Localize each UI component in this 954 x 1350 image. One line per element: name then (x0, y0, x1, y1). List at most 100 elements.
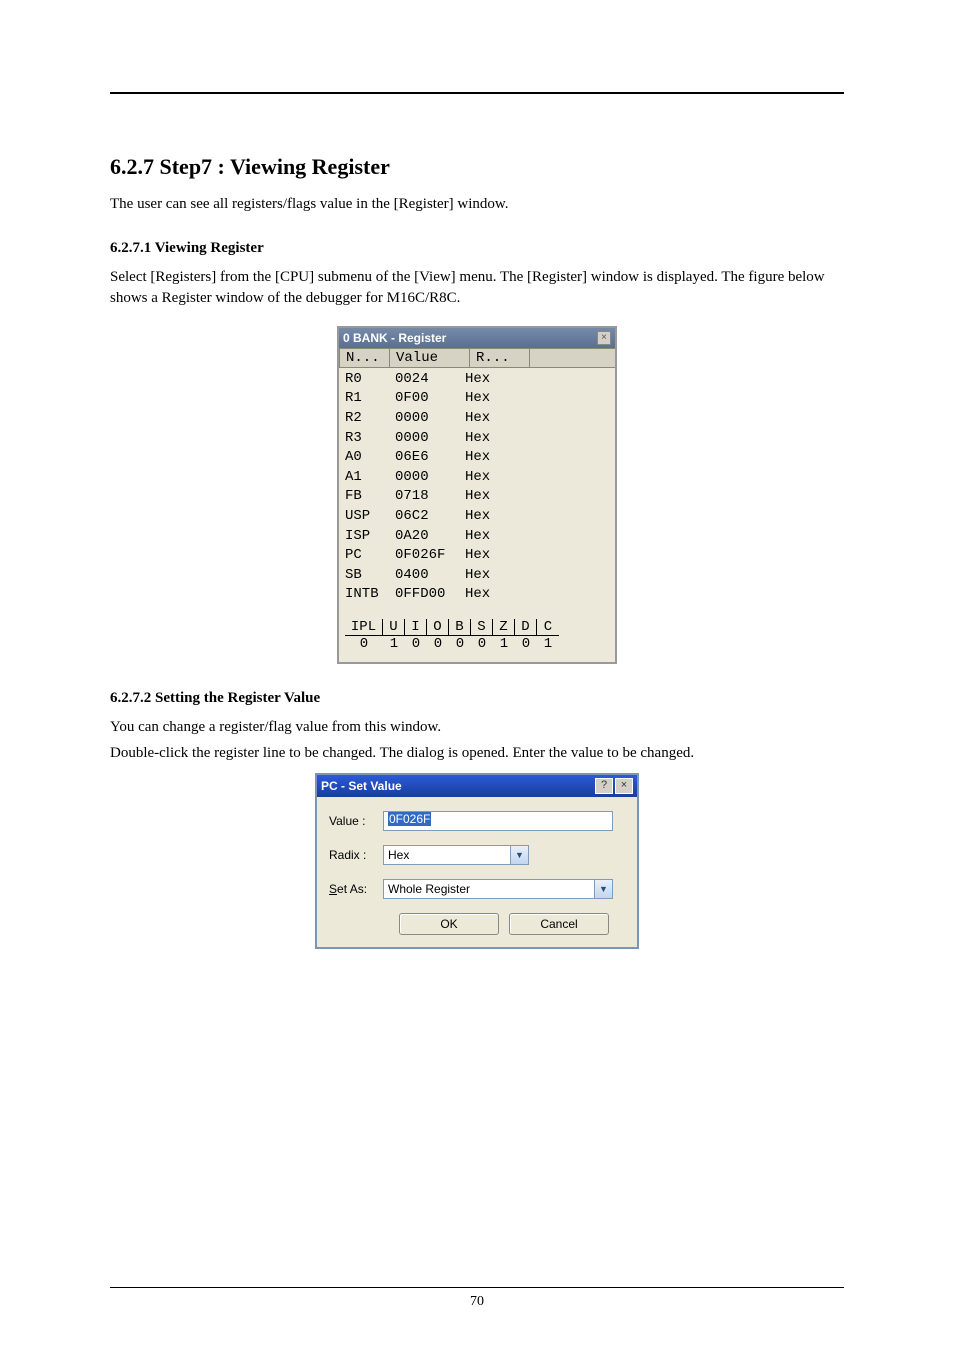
col-header-pad (530, 348, 616, 367)
reg-name: FB (345, 487, 395, 507)
reg-name: R3 (345, 429, 395, 449)
reg-radix: Hex (465, 487, 490, 507)
setas-select[interactable]: Whole Register ▼ (383, 879, 613, 899)
reg-name: INTB (345, 585, 395, 605)
flag-label: IPL (345, 619, 383, 635)
sub1-heading: 6.2.7.1 Viewing Register (110, 240, 844, 257)
register-row[interactable]: SB0400Hex (345, 566, 609, 586)
reg-name: R1 (345, 389, 395, 409)
reg-value: 0000 (395, 409, 465, 429)
col-header-value[interactable]: Value (390, 348, 470, 367)
register-row[interactable]: R30000Hex (345, 429, 609, 449)
reg-radix: Hex (465, 546, 490, 566)
reg-value: 0F00 (395, 389, 465, 409)
reg-value: 0A20 (395, 527, 465, 547)
set-value-dialog: PC - Set Value ? × Value : 0F026F Radix … (315, 773, 639, 949)
reg-radix: Hex (465, 370, 490, 390)
register-row[interactable]: A10000Hex (345, 468, 609, 488)
dialog-titlebar: PC - Set Value ? × (317, 775, 637, 797)
dialog-title: PC - Set Value (321, 779, 593, 793)
sub2-paragraph-1: You can change a register/flag value fro… (110, 717, 844, 737)
reg-radix: Hex (465, 389, 490, 409)
flag-label: B (449, 619, 471, 635)
register-window-title: 0 BANK - Register (343, 331, 597, 345)
cancel-button[interactable]: Cancel (509, 913, 609, 935)
register-row[interactable]: A006E6Hex (345, 448, 609, 468)
reg-value: 0400 (395, 566, 465, 586)
close-icon[interactable]: × (597, 331, 611, 345)
section-heading: 6.2.7 Step7 : Viewing Register (110, 154, 844, 180)
value-input[interactable]: 0F026F (383, 811, 613, 831)
intro-paragraph: The user can see all registers/flags val… (110, 194, 844, 214)
radix-label: Radix : (329, 848, 383, 862)
col-header-name[interactable]: N... (340, 348, 390, 367)
top-rule (110, 92, 844, 94)
reg-radix: Hex (465, 566, 490, 586)
reg-radix: Hex (465, 448, 490, 468)
register-window: 0 BANK - Register × N... Value R... R000… (337, 326, 617, 664)
flag-value[interactable]: 1 (383, 636, 405, 652)
flag-label: Z (493, 619, 515, 635)
flag-value[interactable]: 0 (515, 636, 537, 652)
flag-value[interactable]: 0 (345, 636, 383, 652)
radix-select[interactable]: Hex ▼ (383, 845, 529, 865)
register-titlebar: 0 BANK - Register × (339, 328, 615, 348)
close-icon[interactable]: × (615, 778, 633, 794)
reg-name: R2 (345, 409, 395, 429)
flags-area: IPLUIOBSZDC 010000101 (345, 619, 609, 652)
help-icon[interactable]: ? (595, 778, 613, 794)
reg-radix: Hex (465, 507, 490, 527)
reg-value: 0024 (395, 370, 465, 390)
flag-value[interactable]: 1 (537, 636, 559, 652)
reg-radix: Hex (465, 585, 490, 605)
reg-value: 06C2 (395, 507, 465, 527)
flag-value[interactable]: 0 (405, 636, 427, 652)
reg-name: A1 (345, 468, 395, 488)
register-row[interactable]: R10F00Hex (345, 389, 609, 409)
register-row[interactable]: PC0F026FHex (345, 546, 609, 566)
register-row[interactable]: R20000Hex (345, 409, 609, 429)
reg-name: USP (345, 507, 395, 527)
sub1-paragraph: Select [Registers] from the [CPU] submen… (110, 267, 844, 308)
reg-name: PC (345, 546, 395, 566)
reg-value: 0718 (395, 487, 465, 507)
ok-button[interactable]: OK (399, 913, 499, 935)
flag-value[interactable]: 0 (427, 636, 449, 652)
flag-value[interactable]: 1 (493, 636, 515, 652)
reg-radix: Hex (465, 429, 490, 449)
flag-label: D (515, 619, 537, 635)
flag-value[interactable]: 0 (471, 636, 493, 652)
register-body: R00024HexR10F00HexR20000HexR30000HexA006… (339, 368, 615, 662)
reg-name: A0 (345, 448, 395, 468)
flag-value[interactable]: 0 (449, 636, 471, 652)
register-row[interactable]: FB0718Hex (345, 487, 609, 507)
register-row[interactable]: R00024Hex (345, 370, 609, 390)
chevron-down-icon[interactable]: ▼ (510, 846, 528, 864)
page-number: 70 (110, 1294, 844, 1310)
reg-value: 0000 (395, 429, 465, 449)
chevron-down-icon[interactable]: ▼ (594, 880, 612, 898)
reg-value: 06E6 (395, 448, 465, 468)
reg-name: ISP (345, 527, 395, 547)
reg-value: 0F026F (395, 546, 465, 566)
flag-label: C (537, 619, 559, 635)
register-row[interactable]: USP06C2Hex (345, 507, 609, 527)
sub2-heading: 6.2.7.2 Setting the Register Value (110, 690, 844, 707)
reg-value: 0000 (395, 468, 465, 488)
reg-radix: Hex (465, 468, 490, 488)
register-row[interactable]: INTB0FFD00Hex (345, 585, 609, 605)
reg-radix: Hex (465, 527, 490, 547)
page-footer: 70 (110, 1287, 844, 1310)
register-header-table: N... Value R... (339, 348, 615, 368)
register-row[interactable]: ISP0A20Hex (345, 527, 609, 547)
reg-name: R0 (345, 370, 395, 390)
value-label: Value : (329, 814, 383, 828)
reg-value: 0FFD00 (395, 585, 465, 605)
col-header-radix[interactable]: R... (470, 348, 530, 367)
setas-label: Set As: (329, 882, 383, 896)
bottom-rule (110, 1287, 844, 1288)
flag-label: S (471, 619, 493, 635)
sub2-paragraph-2: Double-click the register line to be cha… (110, 743, 844, 763)
flag-label: O (427, 619, 449, 635)
reg-name: SB (345, 566, 395, 586)
